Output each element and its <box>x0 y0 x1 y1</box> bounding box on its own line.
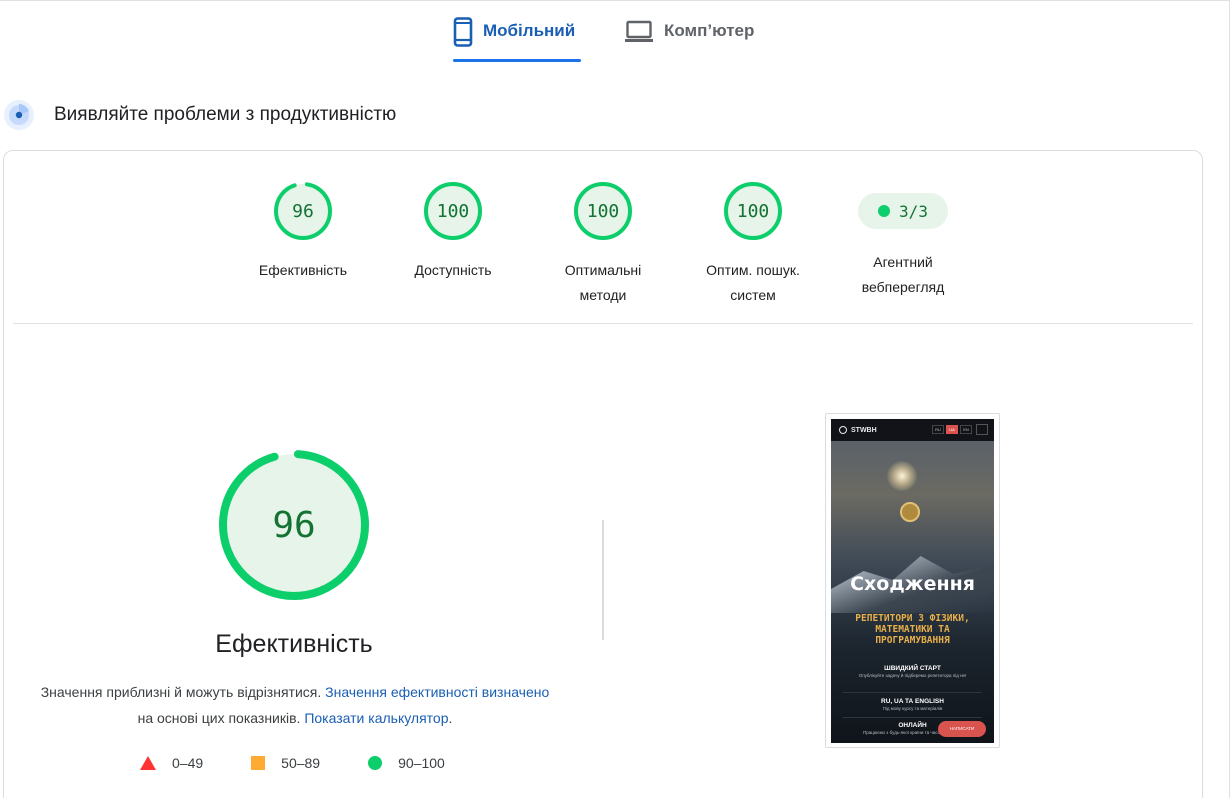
best-practices-label-line1: Оптимальні <box>564 262 642 278</box>
tab-mobile[interactable]: Мобільний <box>453 14 581 62</box>
diagnose-icon <box>4 100 34 130</box>
legend-fail: 0–49 <box>140 755 203 771</box>
thumb-logo-text: STWBH <box>851 426 877 434</box>
thumb-lang-switch: RU UA EN <box>932 425 972 434</box>
agentic-label: Агентний вебперегляд <box>833 250 973 300</box>
thumb-hero-subtitle: РЕПЕТИТОРИ З ФІЗИКИ, МАТЕМАТИКИ ТА ПРОГР… <box>855 613 970 646</box>
thumb-cta-button: НАПИСАТИ <box>938 721 986 737</box>
seo-score: 100 <box>737 201 770 222</box>
thumb-logo: STWBH <box>839 426 877 434</box>
thumb-hero: Сходження РЕПЕТИТОРИ З ФІЗИКИ, МАТЕМАТИК… <box>831 441 994 743</box>
performance-gauge: 96 <box>274 182 332 240</box>
pass-circle-icon <box>368 756 383 770</box>
agentic-pill: 3/3 <box>858 193 948 229</box>
logo-mark-icon <box>839 426 847 434</box>
desc-text-1: Значення приблизні й можуть відрізнятися… <box>40 684 322 700</box>
thumb-lang: RU <box>932 425 944 434</box>
category-accessibility[interactable]: 100 Доступність <box>383 180 523 283</box>
thumb-separator <box>843 717 982 718</box>
tab-mobile-label: Мобільний <box>483 21 576 40</box>
legend-pass: 90–100 <box>368 755 445 771</box>
section-title: Виявляйте проблеми з продуктивністю <box>54 104 397 125</box>
seo-label-line2: систем <box>730 287 776 303</box>
average-square-icon <box>251 756 266 770</box>
best-practices-label-line2: методи <box>579 287 627 303</box>
performance-description: Значення приблизні й можуть відрізнятися… <box>40 679 550 731</box>
accessibility-score: 100 <box>437 201 470 222</box>
performance-big-gauge: 96 <box>219 450 369 600</box>
category-performance[interactable]: 96 Ефективність <box>233 180 373 283</box>
category-best-practices[interactable]: 100 Оптимальні методи <box>533 180 673 308</box>
thumb-hero-title: Сходження <box>850 573 975 595</box>
thumb-separator <box>843 692 982 693</box>
best-practices-gauge: 100 <box>574 182 632 240</box>
metrics-info-link[interactable]: Значення ефективності визначено <box>325 684 549 700</box>
thumb-feature-text: Під мову курсу та матеріалів <box>882 706 943 711</box>
thumb-navbar: STWBH RU UA EN <box>831 419 994 441</box>
legend-average-range: 50–89 <box>281 755 321 771</box>
legend-fail-range: 0–49 <box>172 755 204 771</box>
fail-triangle-icon <box>140 756 156 770</box>
desc-text-end: . <box>448 710 453 726</box>
vertical-divider <box>602 520 604 640</box>
seo-gauge: 100 <box>724 182 782 240</box>
thumb-menu-icon <box>976 424 988 435</box>
performance-score: 96 <box>292 201 314 222</box>
performance-label: Ефективність <box>258 262 348 278</box>
agentic-label-line2: вебперегляд <box>861 279 945 295</box>
score-legend: 0–49 50–89 90–100 <box>140 752 493 774</box>
pass-dot-icon <box>878 205 891 217</box>
tab-desktop[interactable]: Комп’ютер <box>624 14 774 62</box>
legend-pass-range: 90–100 <box>398 755 445 771</box>
thumb-sun-glow <box>887 461 917 491</box>
best-practices-label: Оптимальні методи <box>533 258 673 308</box>
agentic-value: 3/3 <box>899 201 928 221</box>
agentic-label-line1: Агентний <box>873 254 933 270</box>
calculator-link[interactable]: Показати калькулятор <box>304 710 448 726</box>
performance-title: Ефективність <box>215 630 373 658</box>
phone-icon <box>453 17 473 47</box>
seo-label: Оптим. пошук. систем <box>683 258 823 308</box>
laptop-icon <box>625 20 653 42</box>
page-screenshot[interactable]: STWBH RU UA EN Сходження РЕПЕТИТОРИ З ФІ… <box>831 419 994 743</box>
thumb-feature: RU, UA ТА ENGLISH Під мову курсу та мате… <box>837 698 988 711</box>
accessibility-label: Доступність <box>414 262 492 278</box>
thumb-lang-active: UA <box>946 425 958 434</box>
thumb-lang: EN <box>960 425 972 434</box>
category-agentic-browsing[interactable]: 3/3 Агентний вебперегляд <box>833 181 973 300</box>
legend-average: 50–89 <box>251 755 320 771</box>
performance-big-score: 96 <box>272 505 315 546</box>
thumb-feature-text: Опублікуйте задачу й підберемо репетитор… <box>858 673 967 678</box>
active-tab-indicator <box>453 59 581 62</box>
best-practices-score: 100 <box>587 201 620 222</box>
thumb-coin-icon <box>900 502 920 522</box>
category-seo[interactable]: 100 Оптим. пошук. систем <box>683 180 823 308</box>
desc-text-2: на основі цих показників. <box>137 710 301 726</box>
thumb-feature-title: ШВИДКИЙ СТАРТ <box>884 665 941 672</box>
section-header: Виявляйте проблеми з продуктивністю <box>4 98 396 132</box>
thumb-feature: ШВИДКИЙ СТАРТ Опублікуйте задачу й підбе… <box>837 665 988 678</box>
card-divider <box>13 323 1193 324</box>
accessibility-gauge: 100 <box>424 182 482 240</box>
thumb-feature-title: RU, UA ТА ENGLISH <box>881 698 944 705</box>
device-tabs: Мобільний Комп’ютер <box>0 0 1230 62</box>
seo-label-line1: Оптим. пошук. <box>706 262 800 278</box>
tab-desktop-label: Комп’ютер <box>664 21 755 40</box>
